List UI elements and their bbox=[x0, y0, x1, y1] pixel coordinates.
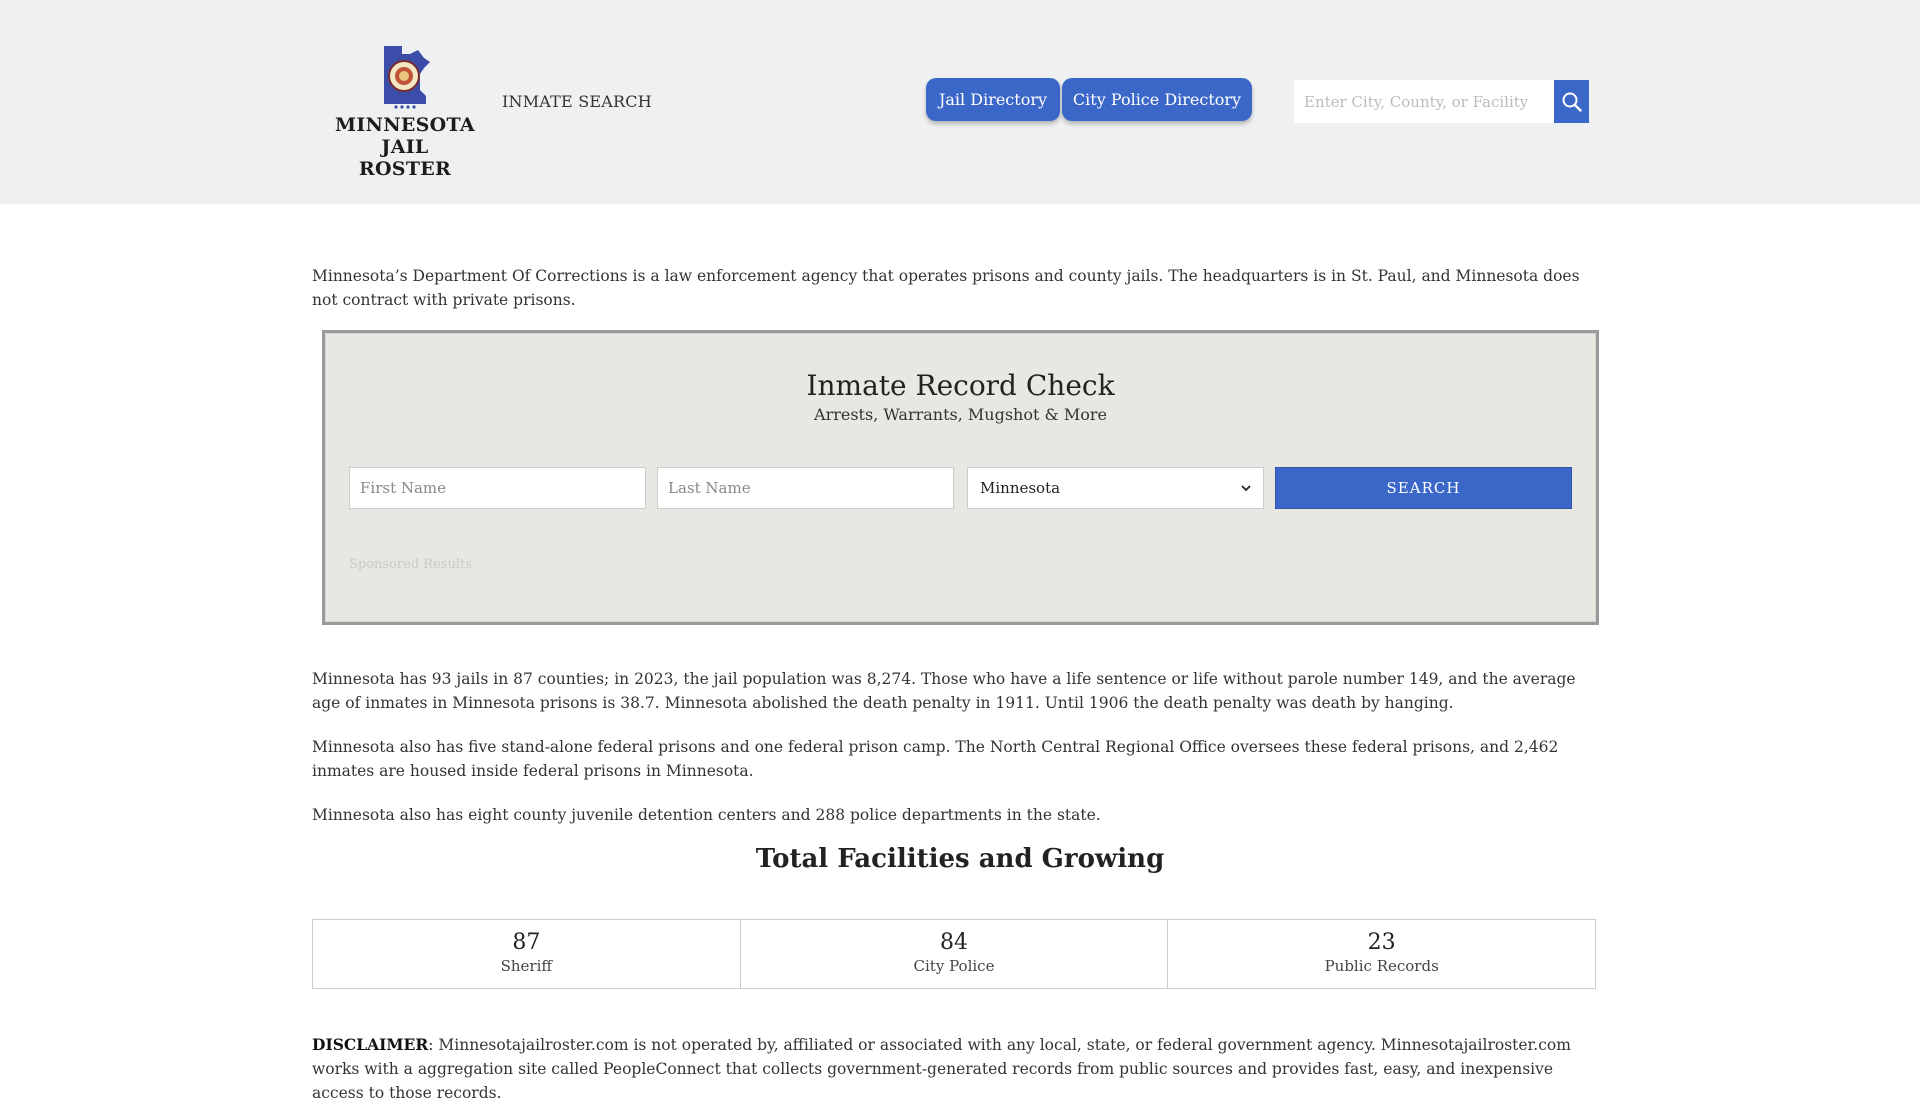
intro-paragraph: Minnesota’s Department Of Corrections is… bbox=[312, 267, 1580, 309]
federal-prisons-paragraph: Minnesota also has five stand-alone fede… bbox=[312, 738, 1559, 780]
chevron-down-icon bbox=[1241, 485, 1251, 492]
header-search-input[interactable] bbox=[1294, 80, 1554, 123]
inmate-record-check-panel: Inmate Record Check Arrests, Warrants, M… bbox=[322, 330, 1599, 625]
logo-line-2: JAIL ROSTER bbox=[358, 136, 452, 180]
stat-label: City Police bbox=[913, 957, 995, 975]
stat-public-records: 23 Public Records bbox=[1168, 920, 1595, 988]
site-logo[interactable]: MINNESOTA JAIL ROSTER bbox=[334, 44, 476, 180]
header-search-button[interactable] bbox=[1554, 80, 1589, 123]
record-check-title: Inmate Record Check bbox=[806, 369, 1115, 402]
search-icon bbox=[1562, 92, 1582, 112]
disclaimer-text: : Minnesotajailroster.com is not operate… bbox=[312, 1036, 1571, 1102]
stat-value: 87 bbox=[512, 930, 541, 955]
facilities-heading: Total Facilities and Growing bbox=[755, 844, 1165, 874]
state-select[interactable]: Minnesota bbox=[967, 467, 1264, 509]
stat-label: Sheriff bbox=[500, 957, 553, 975]
jail-directory-button[interactable]: Jail Directory bbox=[926, 78, 1060, 121]
disclaimer: DISCLAIMER: Minnesotajailroster.com is n… bbox=[312, 1033, 1602, 1105]
site-header: MINNESOTA JAIL ROSTER INMATE SEARCH Jail… bbox=[0, 0, 1920, 204]
record-search-button[interactable]: SEARCH bbox=[1275, 467, 1572, 509]
record-check-subtitle: Arrests, Warrants, Mugshot & More bbox=[814, 405, 1107, 424]
logo-line-1: MINNESOTA bbox=[335, 114, 475, 136]
disclaimer-label: DISCLAIMER bbox=[312, 1035, 429, 1054]
jail-stats-paragraph: Minnesota has 93 jails in 87 counties; i… bbox=[312, 670, 1576, 712]
nav-inmate-search-link[interactable]: INMATE SEARCH bbox=[502, 92, 652, 111]
stat-value: 23 bbox=[1367, 930, 1396, 955]
first-name-input[interactable] bbox=[349, 467, 646, 509]
last-name-input[interactable] bbox=[657, 467, 954, 509]
juvenile-centers-paragraph: Minnesota also has eight county juvenile… bbox=[312, 806, 1101, 824]
sponsored-results-label: Sponsored Results bbox=[349, 557, 472, 572]
logo-text: MINNESOTA JAIL ROSTER bbox=[334, 114, 476, 180]
minnesota-state-seal-icon bbox=[384, 46, 430, 109]
stat-label: Public Records bbox=[1324, 957, 1439, 975]
stat-city-police: 84 City Police bbox=[741, 920, 1169, 988]
city-police-directory-button[interactable]: City Police Directory bbox=[1062, 78, 1252, 121]
facility-stats-table: 87 Sheriff 84 City Police 23 Public Reco… bbox=[312, 919, 1596, 989]
stat-value: 84 bbox=[940, 930, 968, 955]
stat-sheriff: 87 Sheriff bbox=[313, 920, 741, 988]
state-select-value: Minnesota bbox=[980, 479, 1061, 497]
